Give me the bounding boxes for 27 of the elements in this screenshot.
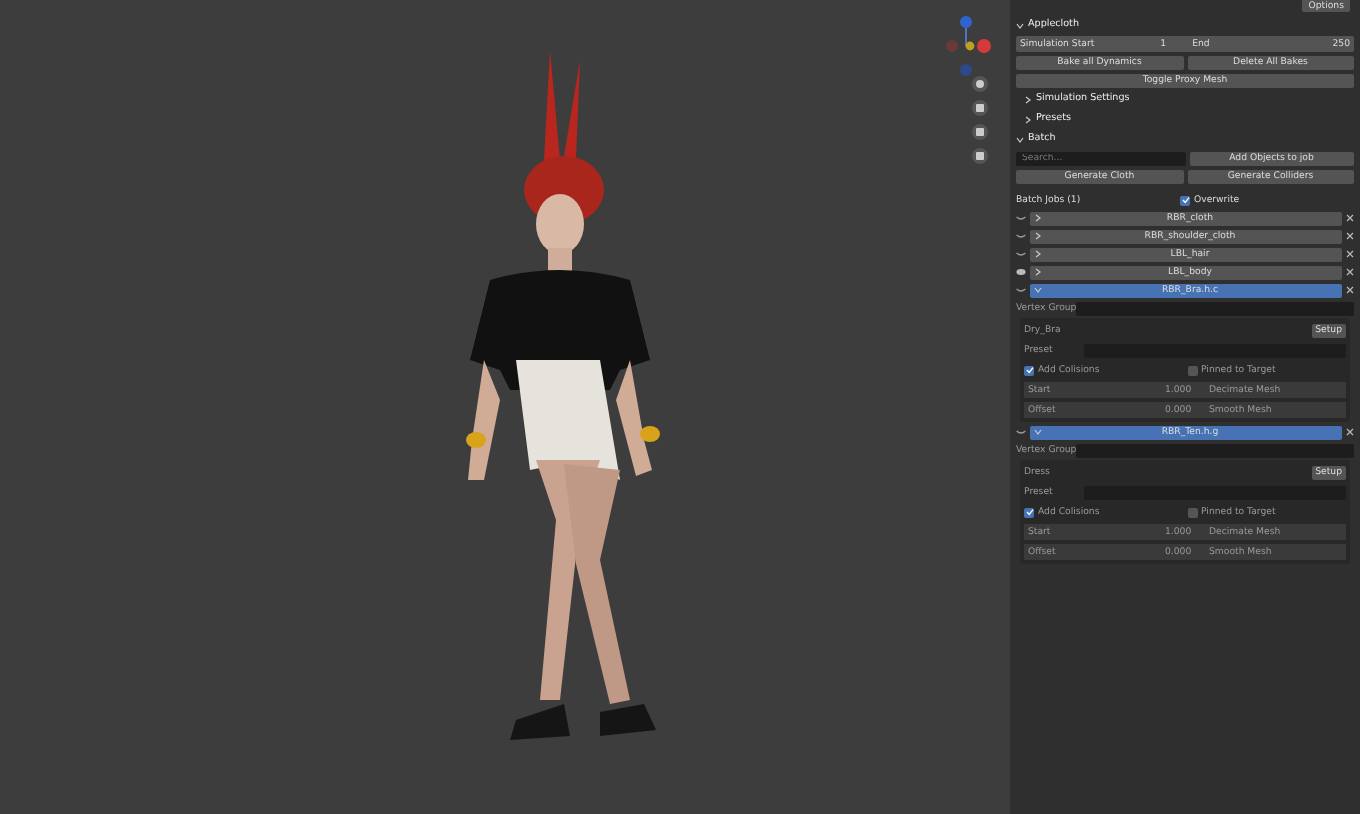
- close-icon[interactable]: [1346, 250, 1354, 258]
- chevron-right-icon[interactable]: [1034, 214, 1042, 222]
- chevron-right-icon[interactable]: [1024, 115, 1032, 123]
- checkbox[interactable]: [1180, 195, 1190, 205]
- closed-eye-icon[interactable]: [1016, 214, 1026, 222]
- close-icon[interactable]: [1346, 428, 1354, 436]
- chevron-right-icon[interactable]: [1034, 268, 1042, 276]
- eye-icon[interactable]: [1016, 268, 1026, 276]
- vertex-group-field[interactable]: [1076, 301, 1354, 315]
- chevron-right-icon[interactable]: [1024, 95, 1032, 103]
- checkbox[interactable]: [1187, 507, 1197, 517]
- chevron-right-icon[interactable]: [1034, 250, 1042, 258]
- close-icon[interactable]: [1346, 268, 1354, 276]
- checkbox[interactable]: [1187, 365, 1197, 375]
- closed-eye-icon[interactable]: [1016, 250, 1026, 258]
- chevron-right-icon[interactable]: [1034, 232, 1042, 240]
- close-icon[interactable]: [1346, 214, 1354, 222]
- checkbox[interactable]: [1024, 507, 1034, 517]
- checkbox[interactable]: [1024, 365, 1034, 375]
- close-icon[interactable]: [1346, 286, 1354, 294]
- chevron-down-icon[interactable]: [1016, 21, 1024, 29]
- closed-eye-icon[interactable]: [1016, 232, 1026, 240]
- closed-eye-icon[interactable]: [1016, 428, 1026, 436]
- chevron-down-icon[interactable]: [1016, 135, 1024, 143]
- closed-eye-icon[interactable]: [1016, 286, 1026, 294]
- vertex-group-field[interactable]: [1076, 443, 1354, 457]
- close-icon[interactable]: [1346, 232, 1354, 240]
